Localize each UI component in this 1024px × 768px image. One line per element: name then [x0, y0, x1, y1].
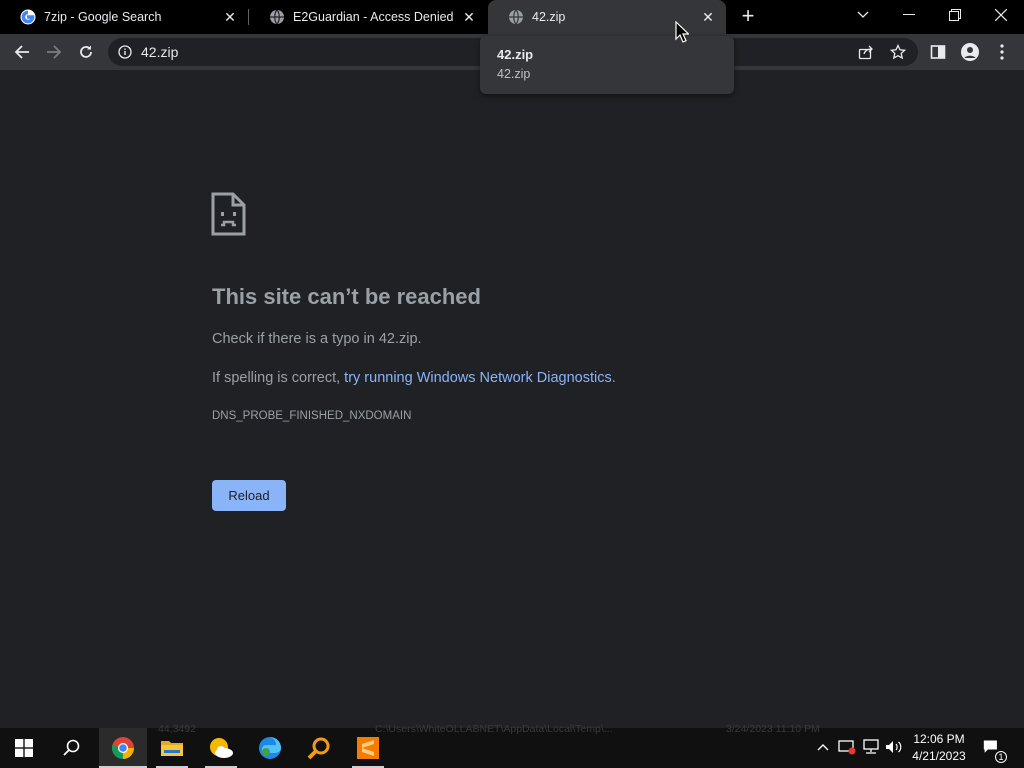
magnifier-app-icon — [307, 737, 330, 760]
google-icon — [20, 9, 36, 25]
close-icon — [995, 9, 1007, 21]
profile-icon — [961, 43, 979, 61]
weather-icon — [210, 738, 233, 758]
restore-button[interactable] — [932, 0, 978, 30]
mouse-cursor-icon — [675, 21, 689, 43]
bookmark-button[interactable] — [884, 38, 912, 66]
tab-42-zip[interactable]: 42.zip ✕ — [488, 0, 726, 34]
address-bar-url[interactable]: 42.zip — [141, 44, 178, 60]
close-tab-icon[interactable]: ✕ — [700, 9, 716, 25]
tab-google-search[interactable]: 7zip - Google Search ✕ — [0, 0, 248, 34]
taskbar-weather[interactable] — [197, 728, 245, 768]
error-diagnostics-hint: If spelling is correct, try running Wind… — [212, 370, 616, 386]
hover-card-url: 42.zip — [497, 67, 531, 81]
reload-toolbar-button[interactable] — [72, 38, 100, 66]
close-tab-icon[interactable]: ✕ — [461, 9, 477, 25]
side-panel-button[interactable] — [924, 38, 952, 66]
security-alert-icon — [838, 740, 856, 755]
hover-card-title: 42.zip — [497, 47, 534, 62]
info-icon[interactable] — [118, 45, 132, 59]
show-hidden-icons-button[interactable] — [814, 738, 832, 756]
network-icon — [863, 739, 879, 754]
background-window-text: C:\Users\WhiteOLLABNET\AppData\Local\Tem… — [375, 723, 613, 735]
diagnostics-suffix: . — [611, 370, 616, 386]
close-window-button[interactable] — [978, 0, 1024, 30]
arrow-right-icon — [47, 45, 62, 59]
error-code: DNS_PROBE_FINISHED_NXDOMAIN — [212, 410, 412, 422]
taskbar-edge[interactable] — [246, 728, 294, 768]
windows-start-icon — [15, 739, 33, 757]
back-button[interactable] — [8, 38, 36, 66]
share-icon — [858, 45, 873, 60]
error-heading: This site can’t be reached — [212, 284, 481, 309]
sublime-icon — [357, 737, 379, 759]
tray-security[interactable] — [838, 738, 856, 756]
globe-icon — [509, 9, 523, 25]
star-icon — [890, 44, 906, 60]
tab-title: 42.zip — [532, 10, 566, 24]
tab-title: 7zip - Google Search — [44, 10, 162, 24]
profile-button[interactable] — [956, 38, 984, 66]
close-tab-icon[interactable]: ✕ — [222, 9, 238, 25]
clock-date[interactable]: 4/21/2023 — [904, 749, 974, 763]
tray-network[interactable] — [862, 738, 880, 756]
menu-button[interactable] — [988, 38, 1016, 66]
search-icon — [63, 739, 80, 756]
reload-button[interactable]: Reload — [212, 480, 286, 511]
taskbar-search-app[interactable] — [295, 728, 343, 768]
minimize-icon — [903, 14, 915, 15]
new-tab-button[interactable]: + — [736, 5, 760, 29]
volume-icon — [886, 741, 902, 753]
reload-icon — [80, 45, 92, 58]
more-vert-icon — [1000, 44, 1004, 60]
share-button[interactable] — [852, 38, 880, 66]
tab-hover-card: 42.zip 42.zip — [480, 36, 734, 94]
tab-e2guardian[interactable]: E2Guardian - Access Denied ✕ — [249, 0, 487, 34]
tray-volume[interactable] — [885, 738, 903, 756]
taskbar-search-button[interactable] — [48, 728, 96, 768]
globe-icon — [270, 9, 284, 25]
arrow-left-icon — [14, 45, 29, 59]
file-explorer-icon — [161, 741, 183, 756]
notification-count-badge: 1 — [995, 751, 1007, 763]
sad-page-icon — [211, 192, 246, 236]
taskbar-chrome[interactable] — [99, 728, 147, 768]
start-button[interactable] — [0, 728, 48, 768]
taskbar-file-explorer[interactable] — [148, 728, 196, 768]
error-typo-hint: Check if there is a typo in 42.zip. — [212, 331, 422, 347]
tab-title: E2Guardian - Access Denied — [293, 10, 454, 24]
chrome-icon — [111, 737, 134, 759]
minimize-button[interactable] — [886, 0, 932, 30]
side-panel-icon — [930, 45, 946, 59]
chevron-down-icon — [857, 11, 869, 18]
forward-button[interactable] — [40, 38, 68, 66]
network-diagnostics-link[interactable]: try running Windows Network Diagnostics — [344, 370, 612, 386]
clock-time[interactable]: 12:06 PM — [904, 732, 974, 746]
restore-icon — [949, 9, 961, 21]
tab-search-button[interactable] — [840, 0, 886, 30]
diagnostics-prefix: If spelling is correct, — [212, 370, 345, 386]
taskbar-sublime[interactable] — [344, 728, 392, 768]
chevron-up-icon — [817, 744, 829, 751]
edge-icon — [259, 737, 281, 759]
background-window-text: 3/24/2023 11:10 PM — [726, 723, 820, 735]
